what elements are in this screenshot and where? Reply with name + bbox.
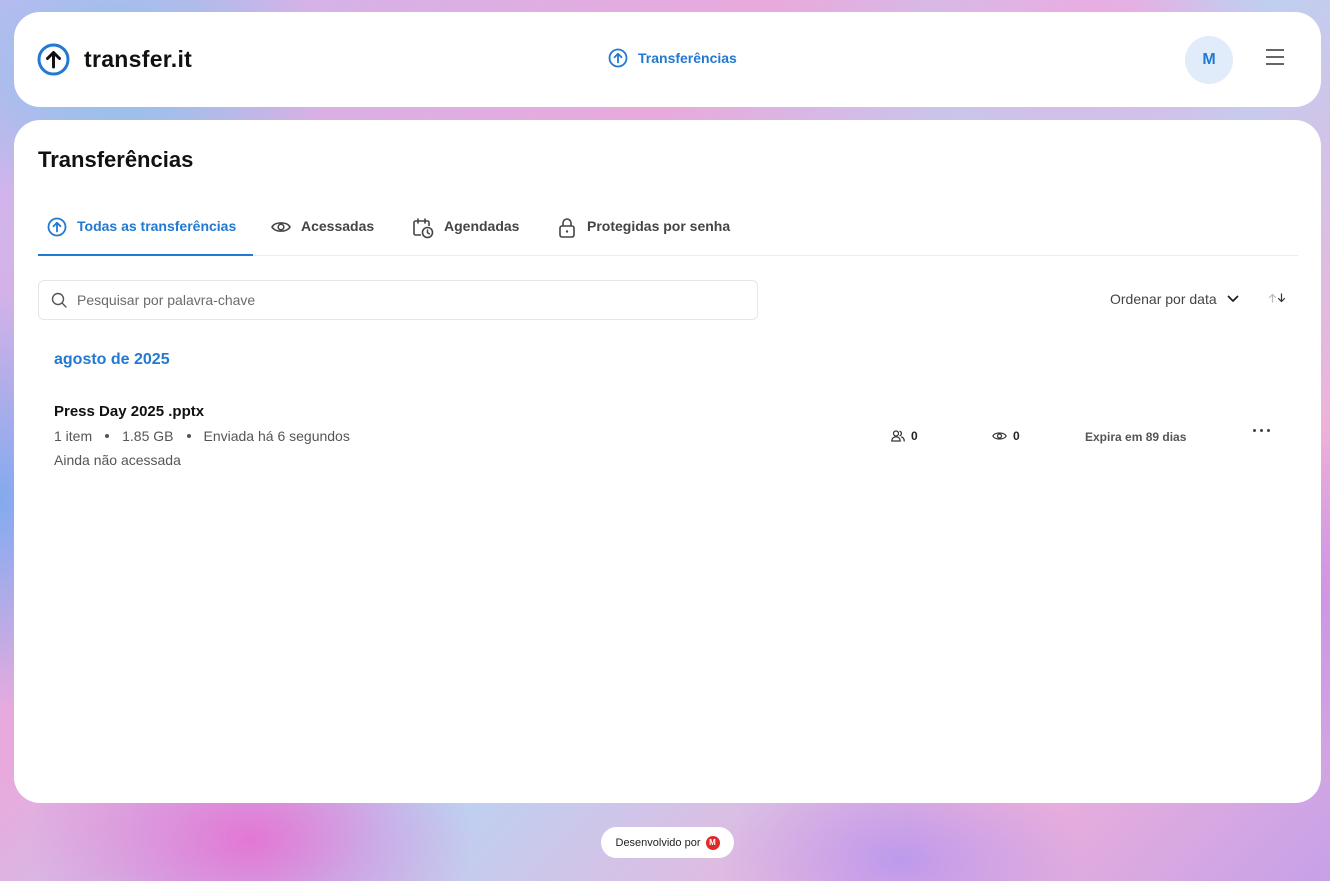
chevron-down-icon <box>1227 295 1239 302</box>
transfer-name[interactable]: Press Day 2025 .pptx <box>54 403 204 420</box>
avatar[interactable]: M <box>1185 36 1233 84</box>
expiry-label: Expira em 89 dias <box>1085 430 1187 444</box>
eye-icon <box>992 432 1007 440</box>
sort-direction-toggle[interactable] <box>1268 293 1286 303</box>
nav-transfers-label: Transferências <box>638 50 737 66</box>
tab-accessed[interactable]: Acessadas <box>271 214 374 256</box>
arrow-down-icon <box>1277 293 1286 303</box>
search-box <box>38 280 758 320</box>
file-size: 1.85 GB <box>122 428 174 444</box>
upload-circle-icon <box>47 217 67 237</box>
more-dot <box>1253 429 1256 432</box>
tab-label: Todas as transferências <box>77 218 237 234</box>
logo-text: transfer.it <box>84 46 193 72</box>
nav-transfers[interactable]: Transferências <box>608 48 737 68</box>
sent-time: Enviada há 6 segundos <box>203 428 350 444</box>
more-dot <box>1267 429 1270 432</box>
search-icon <box>51 292 67 308</box>
page-title: Transferências <box>38 147 194 172</box>
access-status: Ainda não acessada <box>54 452 181 468</box>
powered-by-badge[interactable]: Desenvolvido por M <box>601 827 734 858</box>
sort-dropdown[interactable]: Ordenar por data <box>1110 291 1239 307</box>
views-count: 0 <box>992 429 1020 443</box>
views-value: 0 <box>1013 429 1020 443</box>
more-options-button[interactable] <box>1251 425 1272 436</box>
tab-label: Agendadas <box>444 218 520 234</box>
upload-circle-icon <box>37 43 70 76</box>
recipients-count: 0 <box>891 429 918 443</box>
transfer-meta: 1 item 1.85 GB Enviada há 6 segundos <box>54 428 350 444</box>
tab-label: Acessadas <box>301 218 375 234</box>
item-count: 1 item <box>54 428 93 444</box>
arrow-up-icon <box>1268 293 1277 303</box>
search-input[interactable] <box>77 292 717 308</box>
main-panel: Transferências Todas as transferências A… <box>14 120 1321 803</box>
calendar-clock-icon <box>413 218 434 239</box>
hamburger-icon <box>1266 49 1284 65</box>
lock-icon <box>559 218 575 238</box>
recipients-value: 0 <box>911 429 918 443</box>
mega-logo-icon: M <box>705 835 720 850</box>
tab-all-transfers[interactable]: Todas as transferências <box>38 214 253 256</box>
more-dot <box>1260 429 1263 432</box>
tab-bar: Todas as transferências Acessadas Agenda… <box>38 214 1298 256</box>
separator-dot <box>105 434 110 438</box>
upload-circle-icon <box>608 48 628 68</box>
people-icon <box>891 430 905 442</box>
top-header: transfer.it Transferências M <box>14 12 1321 107</box>
sort-label: Ordenar por data <box>1110 291 1217 307</box>
tab-password-protected[interactable]: Protegidas por senha <box>557 214 730 256</box>
logo[interactable]: transfer.it <box>37 43 192 76</box>
tab-label: Protegidas por senha <box>587 218 731 234</box>
eye-icon <box>271 222 291 232</box>
tab-scheduled[interactable]: Agendadas <box>412 214 519 256</box>
powered-by-label: Desenvolvido por <box>615 836 701 849</box>
month-group-heading: agosto de 2025 <box>54 351 170 368</box>
separator-dot <box>186 434 191 438</box>
hamburger-menu-button[interactable] <box>1266 49 1284 70</box>
